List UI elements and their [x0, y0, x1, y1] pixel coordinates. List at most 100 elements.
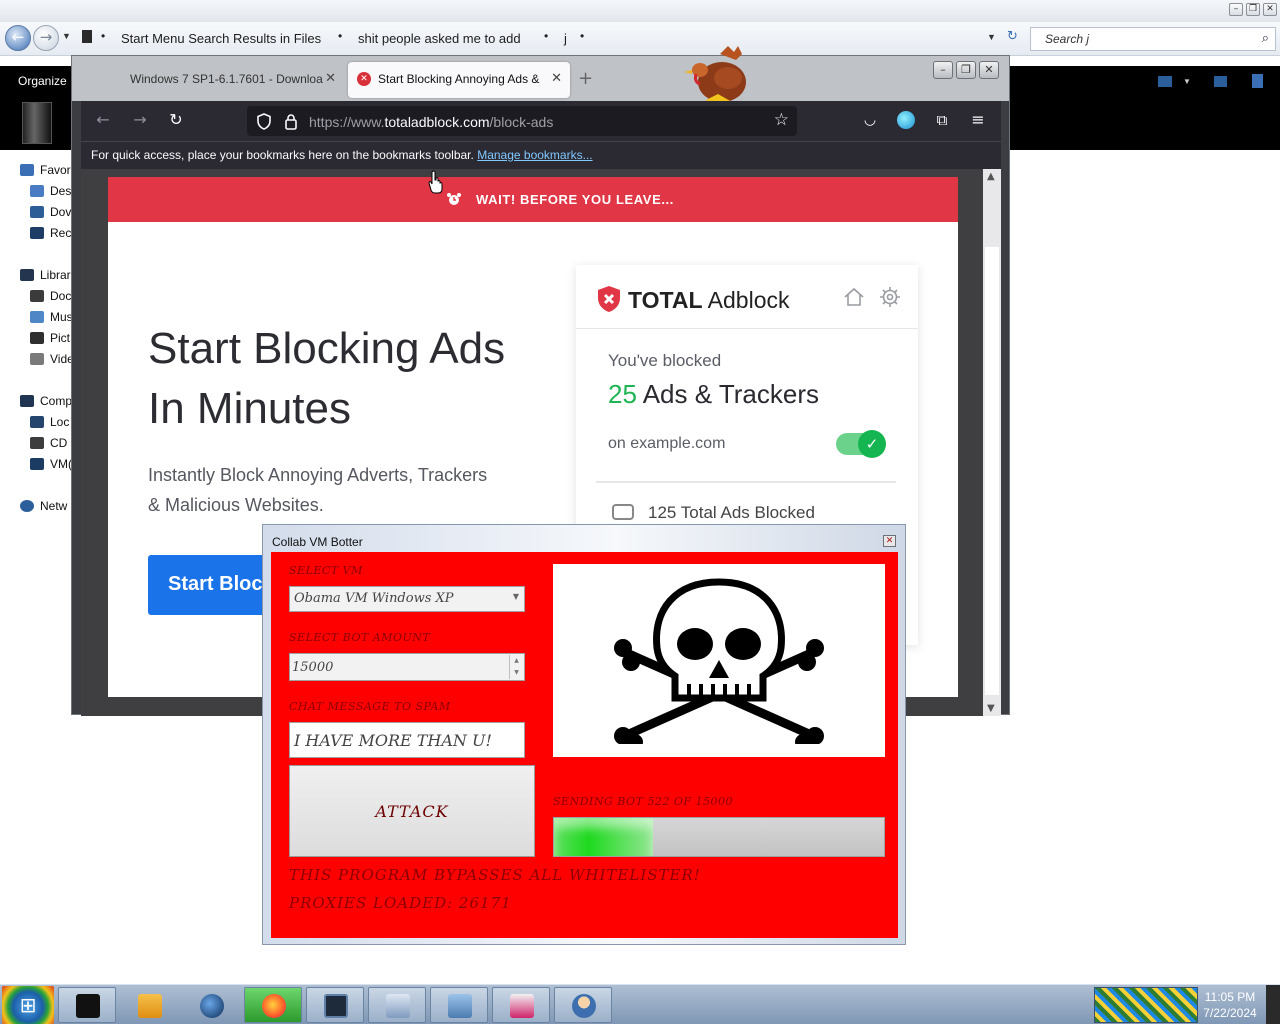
refresh-icon[interactable]: ↻ — [1007, 29, 1018, 44]
site-blocking-toggle[interactable]: ✓ — [836, 430, 886, 458]
page-scrollbar[interactable]: ▲ ▼ — [983, 169, 1001, 716]
nav-local-disk[interactable]: Loc — [30, 415, 69, 429]
home-icon[interactable] — [842, 285, 866, 309]
nav-pictures[interactable]: Pict — [30, 331, 70, 345]
bot-progress-fill — [554, 818, 653, 856]
chat-message-input[interactable]: I HAVE MORE THAN U! — [289, 722, 525, 758]
hero-subtitle: Instantly Block Annoying Adverts, Tracke… — [148, 465, 488, 515]
views-dropdown-icon[interactable]: ▼ — [1183, 77, 1191, 86]
attack-button[interactable]: ATTACK — [289, 765, 535, 857]
preview-pane-icon[interactable] — [1214, 76, 1227, 87]
reload-icon[interactable]: ↻ — [165, 109, 187, 131]
nav-favorites[interactable]: Favor — [20, 163, 71, 177]
skull-and-crossbones-icon — [614, 578, 824, 744]
forward-arrow-icon[interactable]: → — [129, 109, 151, 131]
taskbar-keyboard-button[interactable] — [368, 987, 426, 1023]
extensions-icon[interactable]: ⧉ — [931, 109, 953, 131]
explorer-search-input[interactable]: Search j ⌕ — [1030, 27, 1276, 51]
breadcrumb-item[interactable]: j — [564, 31, 567, 46]
search-icon[interactable]: ⌕ — [1262, 31, 1269, 46]
breadcrumb-item[interactable]: Start Menu Search Results in Files — [121, 31, 321, 46]
spinner-arrows-icon[interactable]: ▲ ▼ — [509, 655, 523, 679]
tracking-shield-icon[interactable] — [256, 113, 272, 130]
taskbar-explorer-button[interactable] — [58, 987, 116, 1023]
url-text: https://www.totaladblock.com/block-ads — [309, 114, 554, 130]
start-button[interactable]: ⊞ — [2, 986, 54, 1024]
blocked-count: 25 Ads & Trackers — [608, 379, 819, 409]
close-icon[interactable]: ✕ — [551, 71, 562, 86]
nav-computer[interactable]: Comp — [20, 394, 72, 408]
nav-downloads[interactable]: Dov — [30, 205, 71, 219]
network-drive-icon — [30, 458, 44, 470]
media-player-icon — [138, 994, 162, 1018]
firefox-maximize-button[interactable]: ❐ — [956, 61, 976, 79]
tab-start-blocking[interactable]: ✕ Start Blocking Annoying Ads & ✕ — [348, 62, 570, 98]
nav-recent[interactable]: Rec — [30, 226, 71, 240]
tab-title: Start Blocking Annoying Ads & — [378, 72, 540, 86]
taskbar-media-button[interactable] — [120, 987, 178, 1023]
sending-status: SENDING BOT 522 OF 15000 — [553, 795, 734, 808]
back-button[interactable]: ← — [5, 25, 31, 51]
scroll-down-icon[interactable]: ▼ — [987, 703, 995, 714]
address-dropdown-icon[interactable]: ▼ — [987, 32, 996, 42]
bookmark-star-icon[interactable]: ☆ — [774, 110, 789, 130]
show-desktop-button[interactable] — [1266, 985, 1280, 1024]
hamburger-menu-icon[interactable]: ≡ — [967, 109, 989, 131]
pocket-icon[interactable]: ◡ — [859, 109, 881, 131]
back-arrow-icon[interactable]: ← — [92, 109, 114, 131]
taskbar-globe-button[interactable] — [182, 987, 240, 1023]
scroll-thumb[interactable] — [985, 247, 999, 695]
bot-amount-stepper[interactable]: 15000 ▲ ▼ — [289, 653, 525, 681]
nav-network[interactable]: Netw — [20, 499, 67, 513]
checkmark-icon: ✓ — [858, 430, 886, 458]
nav-vm-drive[interactable]: VM( — [30, 457, 72, 471]
url-bar[interactable]: https://www.totaladblock.com/block-ads ☆ — [247, 106, 797, 136]
forward-button[interactable]: → — [33, 25, 59, 51]
vm-botter-dialog: Collab VM Botter ✕ SELECT VM Obama VM Wi… — [262, 524, 906, 945]
tab-windows-download[interactable]: Windows 7 SP1-6.1.7601 - Downloa ✕ — [118, 62, 344, 98]
nav-music[interactable]: Mus — [30, 310, 73, 324]
new-tab-button[interactable]: + — [578, 68, 593, 89]
explorer-minimize-button[interactable]: – — [1229, 3, 1243, 16]
bookmarks-hint: For quick access, place your bookmarks h… — [91, 148, 474, 162]
gear-icon[interactable] — [878, 285, 902, 309]
taskbar-firefox-button[interactable] — [244, 987, 302, 1023]
explorer-close-button[interactable]: ✕ — [1263, 3, 1277, 16]
proxies-loaded: PROXIES LOADED: 26171 — [289, 894, 512, 912]
taskbar-clock[interactable]: 11:05 PM 7/22/2024 — [1198, 989, 1262, 1021]
recent-pages-icon[interactable]: ▼ — [62, 31, 71, 41]
scroll-up-icon[interactable]: ▲ — [987, 171, 995, 182]
vm-select[interactable]: Obama VM Windows XP ▼ — [289, 586, 525, 612]
explorer-maximize-button[interactable]: ❐ — [1246, 3, 1260, 16]
notification-area[interactable] — [1094, 987, 1198, 1023]
nav-documents[interactable]: Doc — [30, 289, 71, 303]
hero-title: Start Blocking Ads In Minutes — [148, 324, 506, 433]
views-icon[interactable] — [1158, 76, 1172, 87]
account-avatar[interactable] — [895, 109, 917, 131]
firefox-close-button[interactable]: ✕ — [979, 61, 999, 79]
manage-bookmarks-link[interactable]: Manage bookmarks... — [477, 148, 592, 162]
taskbar-photo-button[interactable] — [430, 987, 488, 1023]
taskbar-settings-button[interactable] — [492, 987, 550, 1023]
lock-icon[interactable] — [284, 113, 298, 130]
help-icon[interactable] — [1252, 74, 1263, 88]
close-icon[interactable]: ✕ — [325, 71, 336, 86]
totaladblock-shield-icon — [598, 286, 620, 312]
taskbar-user-button[interactable] — [554, 987, 612, 1023]
breadcrumb-item[interactable]: shit people asked me to add — [358, 31, 521, 46]
taskbar-console-button[interactable] — [306, 987, 364, 1023]
organize-button[interactable]: Organize — [18, 74, 67, 88]
nav-cd-drive[interactable]: CD — [30, 436, 67, 450]
bypass-notice: THIS PROGRAM BYPASSES ALL WHITELISTER! — [289, 866, 701, 884]
brand-name: TOTAL Adblock — [628, 287, 790, 313]
firefox-minimize-button[interactable]: – — [933, 61, 953, 79]
explorer-navigation-pane: Favor Des Dov Rec Librar Doc Mus Pict Vi… — [0, 150, 80, 970]
nav-desktop[interactable]: Des — [30, 184, 71, 198]
keyboard-icon — [386, 994, 410, 1018]
dialog-close-button[interactable]: ✕ — [883, 535, 896, 547]
nav-videos[interactable]: Vide — [30, 352, 74, 366]
explorer-address-bar: ← → ▼ • Start Menu Search Results in Fil… — [0, 22, 1280, 56]
chat-message-label: CHAT MESSAGE TO SPAM — [289, 700, 451, 713]
nav-libraries[interactable]: Librar — [20, 268, 71, 282]
folder-icon — [82, 30, 92, 43]
